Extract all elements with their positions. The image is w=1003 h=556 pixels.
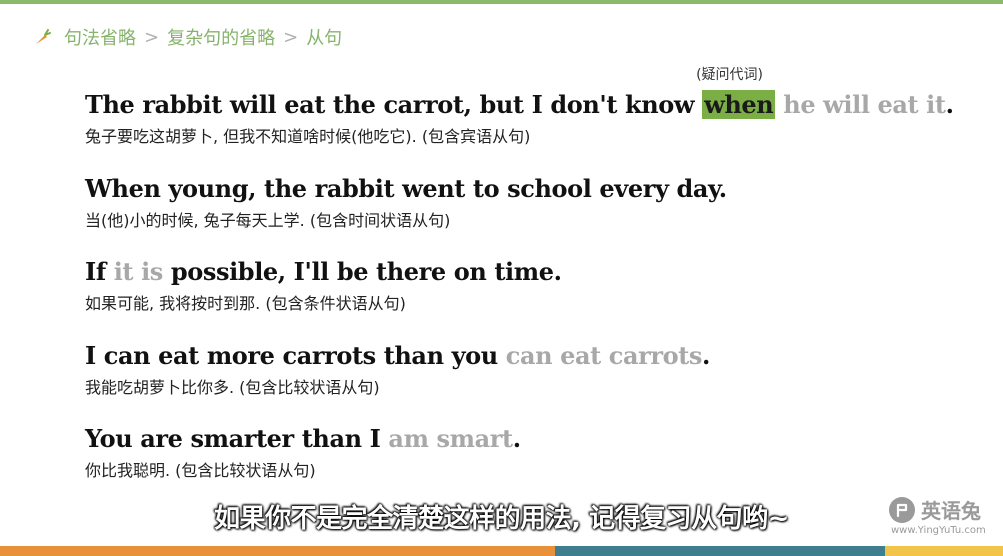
brand-url: www.YingYuTu.com bbox=[891, 525, 986, 536]
english-sentence: If it is possible, I'll be there on time… bbox=[85, 257, 562, 286]
english-sentence: The rabbit will eat the carrot, but I do… bbox=[85, 67, 954, 120]
bottom-bar-segment bbox=[885, 546, 1003, 556]
english-sentence: You are smarter than I am smart. bbox=[85, 424, 521, 453]
highlight-annotation: (疑问代词) bbox=[696, 67, 764, 83]
bottom-bar-segment bbox=[555, 546, 885, 556]
breadcrumb: 句法省略 > 复杂句的省略 > 从句 bbox=[32, 24, 342, 50]
breadcrumb-item-syntax-ellipsis[interactable]: 句法省略 bbox=[64, 24, 136, 50]
bottom-bar-segment bbox=[0, 546, 555, 556]
bottom-color-bar bbox=[0, 546, 1003, 556]
omitted-text: he will eat it bbox=[775, 90, 946, 119]
brand-name: 英语兔 bbox=[921, 499, 981, 523]
rabbit-logo-icon bbox=[889, 497, 915, 523]
english-sentence: When young, the rabbit went to school ev… bbox=[85, 174, 727, 203]
example-4: I can eat more carrots than you can eat … bbox=[85, 341, 710, 399]
example-3: If it is possible, I'll be there on time… bbox=[85, 257, 562, 315]
english-sentence: I can eat more carrots than you can eat … bbox=[85, 341, 711, 370]
chinese-translation: 我能吃胡萝卜比你多. (包含比较状语从句) bbox=[85, 378, 380, 397]
chinese-translation: 当(他)小的时候, 兔子每天上学. (包含时间状语从句) bbox=[85, 211, 451, 230]
breadcrumb-separator: > bbox=[283, 26, 299, 48]
breadcrumb-item-complex-sentence[interactable]: 复杂句的省略 bbox=[167, 24, 275, 50]
chinese-translation: 你比我聪明. (包含比较状语从句) bbox=[85, 461, 316, 480]
chinese-translation: 兔子要吃这胡萝卜, 但我不知道啥时候(他吃它). (包含宾语从句) bbox=[85, 127, 531, 146]
omitted-text: am smart bbox=[388, 424, 513, 453]
example-2: When young, the rabbit went to school ev… bbox=[85, 174, 727, 232]
omitted-text: it is bbox=[113, 257, 164, 286]
chinese-translation: 如果可能, 我将按时到那. (包含条件状语从句) bbox=[85, 294, 406, 313]
highlighted-word: (疑问代词) when bbox=[696, 67, 776, 119]
breadcrumb-item-clause: 从句 bbox=[306, 28, 343, 49]
video-subtitle: 如果你不是完全清楚这样的用法, 记得复习从句哟~ bbox=[214, 504, 789, 534]
top-accent-bar bbox=[0, 0, 1003, 4]
omitted-text: can eat carrots bbox=[505, 341, 703, 370]
example-5: You are smarter than I am smart. 你比我聪明. … bbox=[85, 424, 521, 482]
example-1: The rabbit will eat the carrot, but I do… bbox=[85, 67, 954, 148]
breadcrumb-separator: > bbox=[144, 26, 160, 48]
brand-watermark: 英语兔 www.YingYuTu.com bbox=[889, 495, 999, 539]
carrot-icon bbox=[32, 27, 52, 47]
